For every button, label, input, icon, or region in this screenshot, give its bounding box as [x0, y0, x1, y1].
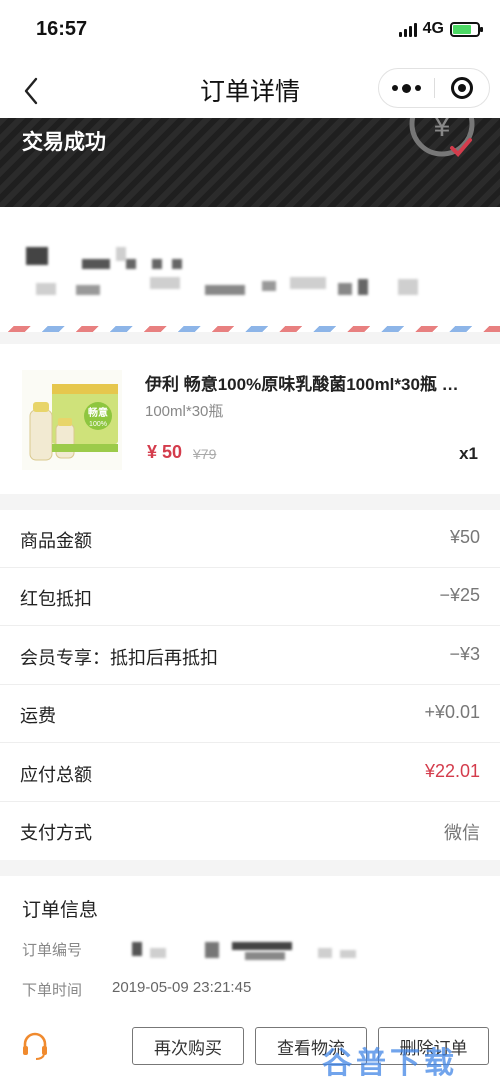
summary-row-member-discount: 会员专享：抵扣后再抵扣 −¥3: [0, 627, 500, 685]
miniprogram-capsule: [378, 68, 490, 108]
product-price: ¥ 50: [147, 442, 183, 462]
product-image[interactable]: 畅意 100%: [22, 370, 122, 470]
redacted-block: [132, 942, 142, 956]
product-original-price: ¥79: [193, 446, 217, 462]
product-name[interactable]: 伊利 畅意100%原味乳酸菌100ml*30瓶 …: [145, 370, 475, 395]
redacted-block: [126, 259, 136, 269]
redacted-block: [116, 247, 126, 261]
summary-row-shipping: 运费 +¥0.01: [0, 685, 500, 743]
product-spec: 100ml*30瓶: [145, 403, 224, 420]
product-quantity: x1: [459, 444, 478, 463]
nav-bar: 订单详情: [0, 60, 500, 118]
summary-label: 应付总额: [20, 765, 92, 785]
order-info-title: 订单信息: [22, 900, 99, 921]
network-type: 4G: [422, 20, 444, 37]
shipping-address-card: [0, 207, 500, 332]
redacted-block: [150, 948, 166, 958]
summary-row-red-packet: 红包抵扣 −¥25: [0, 568, 500, 626]
package-brand-text: 畅意: [88, 406, 108, 419]
redacted-block: [172, 259, 182, 269]
redacted-block: [245, 952, 285, 960]
redacted-block: [205, 942, 219, 958]
redacted-block: [290, 277, 326, 289]
status-bar: 16:57 4G: [0, 0, 500, 60]
summary-label: 会员专享：抵扣后再抵扣: [20, 648, 218, 668]
total-payable-value: ¥22.01: [424, 761, 480, 781]
redacted-block: [398, 279, 418, 295]
target-circle-icon: [450, 77, 473, 99]
signal-icon: [398, 21, 417, 37]
more-dot-right: [415, 85, 421, 91]
redacted-block: [150, 277, 180, 289]
summary-row-goods-amount: 商品金额 ¥50: [0, 510, 500, 568]
redacted-block: [152, 259, 162, 269]
redacted-block: [338, 283, 352, 295]
order-number-label: 订单编号: [22, 942, 83, 959]
summary-value: −¥25: [439, 585, 480, 605]
package-sub-text: 100%: [89, 421, 107, 428]
product-card[interactable]: 畅意 100% 伊利 畅意100%原味乳酸菌100ml*30瓶 … 100ml*…: [0, 344, 500, 494]
paid-seal-icon: ¥: [409, 118, 475, 157]
summary-label: 红包抵扣: [20, 589, 92, 609]
summary-value: +¥0.01: [424, 702, 480, 722]
summary-label: 运费: [20, 706, 56, 726]
redacted-block: [262, 281, 276, 291]
status-indicators: 4G: [398, 20, 483, 38]
seal-char: ¥: [433, 118, 451, 143]
customer-service-headset-icon[interactable]: [20, 1031, 50, 1061]
battery-icon: [450, 21, 483, 37]
redacted-block: [358, 279, 368, 295]
redacted-block: [318, 948, 332, 958]
more-dots-icon: [392, 85, 398, 91]
order-status-banner: 交易成功 ¥: [0, 118, 500, 207]
redacted-block: [76, 285, 100, 295]
summary-label: 支付方式: [20, 823, 92, 843]
summary-row-total-payable: 应付总额 ¥22.01: [0, 744, 500, 802]
close-miniprogram-button[interactable]: [435, 68, 489, 108]
status-time: 16:57: [36, 18, 88, 40]
redacted-block: [232, 942, 292, 950]
more-button[interactable]: [379, 68, 434, 108]
buy-again-button[interactable]: 再次购买: [132, 1027, 244, 1065]
redacted-block: [340, 950, 356, 958]
redacted-block: [82, 259, 110, 269]
order-status-text: 交易成功: [22, 131, 106, 154]
site-watermark: 谷普下载: [322, 1047, 458, 1080]
summary-value: ¥50: [449, 527, 480, 547]
redacted-address: [36, 283, 56, 295]
summary-value: −¥3: [449, 644, 480, 664]
order-time-label: 下单时间: [22, 982, 83, 999]
summary-row-payment-method: 支付方式 微信: [0, 802, 500, 860]
summary-label: 商品金额: [20, 531, 92, 551]
redacted-name: [26, 247, 48, 265]
more-dot-center: [402, 83, 411, 93]
price-summary: 商品金额 ¥50 红包抵扣 −¥25 会员专享：抵扣后再抵扣 −¥3 运费 +¥…: [0, 510, 500, 860]
summary-value: 微信: [444, 823, 480, 843]
envelope-stripe: [0, 326, 500, 332]
redacted-block: [205, 285, 245, 295]
order-time-value: 2019-05-09 23:21:45: [112, 979, 252, 996]
